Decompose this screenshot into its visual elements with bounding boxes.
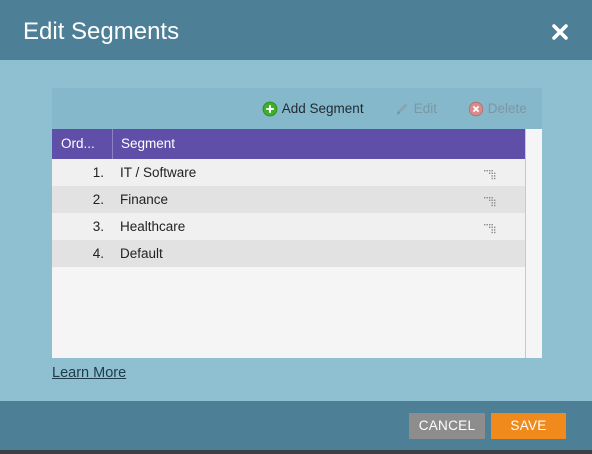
dialog-titlebar: Edit Segments [0, 0, 592, 60]
column-header-segment[interactable]: Segment [121, 136, 175, 151]
learn-more-link[interactable]: Learn More [52, 365, 126, 381]
table-header: Ord... Segment [52, 129, 525, 159]
delete-label: Delete [487, 101, 527, 116]
drag-handle-icon[interactable] [484, 195, 496, 207]
delete-button[interactable]: Delete [468, 100, 527, 118]
row-order: 2. [92, 192, 104, 207]
column-header-order[interactable]: Ord... [61, 136, 95, 151]
row-segment: IT / Software [120, 165, 197, 180]
segments-toolbar: Add Segment Edit Delete [52, 88, 542, 129]
row-segment: Healthcare [120, 219, 186, 234]
segments-panel: Add Segment Edit Delete Ord... Segment 1… [52, 88, 542, 358]
background-edge [0, 450, 592, 454]
segments-table-body: 1. IT / Software 2. Finance 3. Healthcar… [52, 159, 525, 267]
row-order: 3. [92, 219, 104, 234]
close-icon [552, 24, 568, 40]
edit-button[interactable]: Edit [394, 100, 437, 118]
table-row[interactable]: 4. Default [52, 240, 525, 267]
dialog-title: Edit Segments [23, 18, 180, 45]
table-row[interactable]: 3. Healthcare [52, 213, 525, 240]
drag-handle-icon[interactable] [484, 222, 496, 234]
close-button[interactable] [548, 20, 572, 44]
plus-circle-icon [262, 100, 278, 118]
edit-segments-dialog: Edit Segments Add Segment Edit Delete Or… [0, 0, 592, 454]
table-border [525, 129, 526, 358]
row-segment: Default [120, 246, 163, 261]
save-button[interactable]: SAVE [491, 413, 566, 439]
dialog-footer: CANCEL SAVE [0, 401, 592, 454]
column-divider[interactable] [112, 129, 113, 159]
add-segment-button[interactable]: Add Segment [262, 100, 364, 118]
pencil-icon [394, 100, 410, 118]
row-segment: Finance [120, 192, 169, 207]
drag-handle-icon[interactable] [484, 168, 496, 180]
add-segment-label: Add Segment [281, 101, 364, 116]
table-row[interactable]: 1. IT / Software [52, 159, 525, 186]
x-circle-icon [468, 100, 484, 118]
row-order: 4. [92, 246, 104, 261]
row-order: 1. [92, 165, 104, 180]
cancel-button[interactable]: CANCEL [409, 413, 485, 439]
table-row[interactable]: 2. Finance [52, 186, 525, 213]
edit-label: Edit [413, 101, 438, 116]
